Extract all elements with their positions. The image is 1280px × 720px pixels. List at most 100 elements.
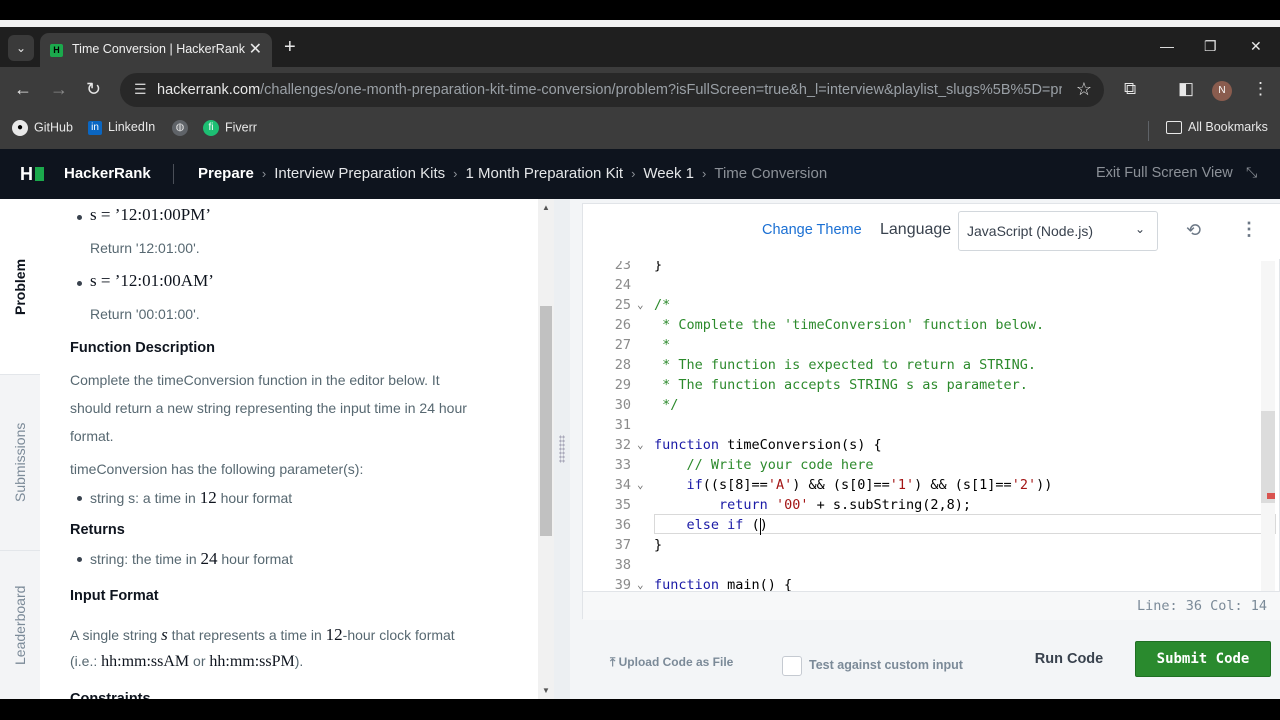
code-line: *	[654, 337, 671, 353]
parameter-item: string s: a time in 12 hour format	[90, 488, 292, 508]
more-options-icon[interactable]: ⋮	[1240, 219, 1258, 240]
language-label: Language	[880, 221, 952, 238]
editor-actions: ⤒ Upload Code as File Test against custo…	[582, 629, 1280, 689]
crumb-week[interactable]: Week 1	[643, 165, 694, 182]
problem-scrollbar[interactable]: ▲ ▼	[538, 199, 554, 699]
crumb-month-kit[interactable]: 1 Month Preparation Kit	[465, 165, 623, 182]
fold-chevron-icon[interactable]: ⌄	[637, 578, 644, 591]
minimize-icon[interactable]: —	[1160, 38, 1174, 54]
crumb-prepare[interactable]: Prepare	[198, 165, 254, 182]
param-text: string s: a time in	[90, 490, 200, 506]
scroll-up-icon[interactable]: ▲	[542, 203, 550, 212]
window-close-icon[interactable]: ✕	[1250, 38, 1262, 55]
line-number: 27	[614, 337, 631, 353]
input-text: that represents a time in	[167, 627, 326, 643]
ie-format: hh:mm:ssAM	[101, 653, 190, 670]
custom-input-label[interactable]: Test against custom input	[809, 658, 963, 672]
function-description-line: format.	[70, 428, 114, 444]
browser-tab[interactable]: H Time Conversion | HackerRank ✕	[40, 33, 272, 67]
fold-chevron-icon[interactable]: ⌄	[637, 298, 644, 311]
crumb-interview-kits[interactable]: Interview Preparation Kits	[274, 165, 445, 182]
bookmark-linkedin[interactable]: in LinkedIn	[88, 120, 155, 135]
code-line: }	[654, 537, 663, 553]
url-text[interactable]: hackerrank.com/challenges/one-month-prep…	[157, 82, 1062, 98]
custom-input-checkbox[interactable]	[782, 656, 802, 676]
side-panel-icon[interactable]: ◧	[1178, 79, 1194, 99]
example-1-input: s = ’12:01:00PM’	[90, 205, 212, 224]
input-text: A single string	[70, 627, 162, 643]
history-icon[interactable]: ⟲	[1186, 220, 1201, 241]
editor-scrollbar[interactable]	[1261, 261, 1275, 591]
bookmark-github[interactable]: ● GitHub	[12, 120, 73, 136]
chevron-right-icon: ›	[702, 166, 707, 181]
submit-code-button[interactable]: Submit Code	[1135, 641, 1271, 677]
line-number: 33	[614, 457, 631, 473]
extensions-icon[interactable]: ⧉	[1124, 79, 1136, 99]
reload-icon[interactable]: ↻	[86, 79, 101, 100]
language-select[interactable]: JavaScript (Node.js) ⌄	[958, 211, 1158, 251]
editor-pane: Change Theme Language JavaScript (Node.j…	[570, 199, 1280, 699]
code-line: * The function accepts STRING s as param…	[654, 377, 1028, 393]
new-tab-icon[interactable]: +	[284, 36, 296, 59]
linkedin-icon: in	[88, 120, 102, 135]
pane-resize-handle[interactable]	[554, 199, 570, 699]
ie-text: ).	[294, 653, 304, 669]
input-text: -hour clock format	[342, 627, 455, 643]
returns-heading: Returns	[70, 522, 125, 538]
drag-grip-icon	[559, 435, 565, 463]
hackerrank-logo-icon[interactable]: H	[20, 164, 44, 185]
profile-avatar[interactable]: N	[1212, 81, 1232, 101]
change-theme-link[interactable]: Change Theme	[762, 222, 862, 238]
line-number: 37	[614, 537, 631, 553]
error-marker	[1267, 493, 1275, 499]
github-icon: ●	[12, 120, 28, 136]
input-format-text: A single string s that represents a time…	[70, 625, 455, 645]
forward-icon[interactable]: →	[50, 79, 68, 100]
screen: ⌄ H Time Conversion | HackerRank ✕ + — ❐…	[0, 0, 1280, 720]
header-separator	[173, 164, 174, 184]
close-tab-icon[interactable]: ✕	[249, 39, 262, 59]
tab-submissions[interactable]: Submissions	[0, 375, 40, 550]
tab-search-icon[interactable]: ⌄	[8, 35, 34, 61]
fiverr-icon: fi	[203, 120, 219, 136]
logo-letter: H	[20, 164, 33, 184]
run-code-button[interactable]: Run Code	[1019, 641, 1119, 677]
bookmark-fiverr[interactable]: fi Fiverr	[203, 120, 257, 136]
folder-icon	[1166, 121, 1182, 135]
editor-scrollbar-thumb[interactable]	[1261, 411, 1275, 503]
scroll-down-icon[interactable]: ▼	[542, 686, 550, 695]
fold-chevron-icon[interactable]: ⌄	[637, 438, 644, 451]
tab-title: Time Conversion | HackerRank	[72, 42, 245, 56]
exit-fullscreen-icon[interactable]: ⤡	[1246, 164, 1257, 181]
bookmark-globe[interactable]: ◍	[172, 120, 194, 136]
code-line: }	[654, 261, 663, 273]
address-bar[interactable]: ☰ hackerrank.com/challenges/one-month-pr…	[120, 73, 1104, 107]
restore-icon[interactable]: ❐	[1204, 38, 1217, 55]
logo-block	[35, 167, 44, 181]
upload-icon: ⤒	[610, 655, 619, 669]
scrollbar-thumb[interactable]	[540, 306, 552, 536]
tab-problem[interactable]: Problem	[0, 199, 40, 374]
exit-fullscreen-link[interactable]: Exit Full Screen View	[1096, 165, 1233, 181]
upload-code-button[interactable]: ⤒ Upload Code as File	[610, 655, 733, 670]
line-number: 23	[614, 261, 631, 273]
parameters-line: timeConversion has the following paramet…	[70, 461, 364, 477]
returns-item: string: the time in 24 hour format	[90, 549, 293, 569]
browser-menu-icon[interactable]: ⋮	[1252, 79, 1269, 99]
code-area[interactable]: 23} 24 25 ⌄ /* 26 * Complete the 'timeConvers…	[583, 261, 1280, 591]
line-number: 36	[614, 517, 631, 533]
site-info-icon[interactable]: ☰	[134, 81, 147, 98]
tab-leaderboard[interactable]: Leaderboard	[0, 551, 40, 699]
line-number: 26	[614, 317, 631, 333]
bookmark-star-icon[interactable]: ☆	[1076, 79, 1092, 100]
code-editor: Change Theme Language JavaScript (Node.j…	[582, 203, 1280, 620]
brand-name[interactable]: HackerRank	[64, 165, 151, 182]
code-line: else if ()	[686, 517, 768, 533]
function-description-line: Complete the timeConversion function in …	[70, 372, 440, 388]
bullet	[77, 496, 82, 501]
bottom-black-band	[0, 699, 1280, 720]
fold-chevron-icon[interactable]: ⌄	[637, 478, 644, 491]
all-bookmarks[interactable]: All Bookmarks	[1166, 120, 1268, 135]
param-number: 12	[199, 488, 217, 507]
back-icon[interactable]: ←	[14, 79, 32, 100]
